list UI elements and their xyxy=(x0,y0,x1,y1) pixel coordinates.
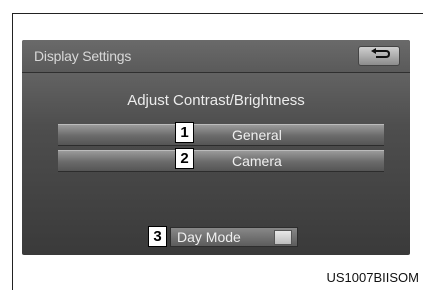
screen-subtitle: Adjust Contrast/Brightness xyxy=(127,92,305,109)
title-bar: Display Settings xyxy=(22,40,410,73)
back-arrow-icon xyxy=(368,47,391,65)
callout-3: 3 xyxy=(148,226,167,247)
general-button[interactable]: General xyxy=(58,124,384,146)
frame-border-top xyxy=(12,13,423,14)
screen-title: Display Settings xyxy=(34,48,132,64)
figure-code: US1007BIISOM xyxy=(326,270,420,285)
callout-2: 2 xyxy=(175,148,194,169)
camera-label: Camera xyxy=(232,153,282,169)
camera-button[interactable]: Camera xyxy=(58,150,384,172)
callout-1: 1 xyxy=(175,122,194,143)
display-settings-screen: Display Settings Adjust Contrast/Brightn… xyxy=(22,40,410,255)
frame-border-left xyxy=(12,13,13,290)
back-button[interactable] xyxy=(358,46,400,66)
day-mode-button[interactable]: Day Mode xyxy=(170,227,298,247)
general-label: General xyxy=(232,127,282,143)
day-mode-label: Day Mode xyxy=(177,229,241,245)
day-mode-indicator[interactable] xyxy=(274,230,292,245)
